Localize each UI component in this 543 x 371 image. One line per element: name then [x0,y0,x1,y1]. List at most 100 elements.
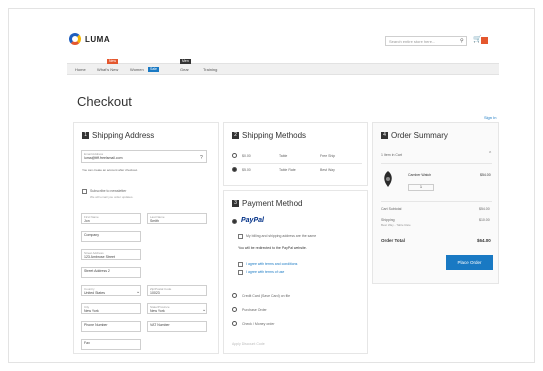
search-input[interactable]: Search entire store here... [385,36,467,46]
street-value: 123 Ambrose Street [84,255,115,259]
shipping-value: $10.00 [479,218,490,222]
company-placeholder: Company [84,233,99,237]
place-order-button[interactable]: Place Order [446,255,493,270]
redirect-note: You will be redirected to the PayPal web… [238,246,307,250]
vat-field[interactable]: VAT Number [147,321,207,332]
nav-tag-new: New [107,59,119,64]
phone-field[interactable]: Phone Number [81,321,141,332]
privacy-checkbox[interactable] [238,270,243,275]
payment-method-title: Payment Method [242,199,303,208]
product-price: $54.00 [480,173,491,177]
page-title: Checkout [77,94,132,109]
terms-link[interactable]: I agree with terms and conditions [246,262,297,266]
paypal-radio[interactable] [232,219,237,224]
subscribe-label: Subscribe to newsletter [90,189,127,193]
payment-radio-po[interactable] [232,307,237,312]
subscribe-checkbox[interactable] [82,189,87,194]
same-address-checkbox[interactable] [238,234,243,239]
chevron-down-icon: ⌄ [136,289,141,295]
order-summary-panel: 4 Order Summary 1 Item in Cart ⌃ Camber … [372,122,499,284]
city-value: New York [84,309,99,313]
zip-field[interactable]: Zip/Postal Code 10023 [147,285,207,296]
payment-option-check: Check / Money order [242,322,275,326]
search-icon[interactable]: ⚲ [460,38,464,44]
last-name-field[interactable]: Last Name Smith [147,213,207,224]
street-address-2-field[interactable]: Street Address 2 [81,267,141,278]
summary-divider [381,163,492,164]
checkout-page: LUMA Search entire store here... ⚲ 🛒 Hom… [8,8,535,363]
state-value: New York [150,309,165,313]
nav-item-whats-new[interactable]: What's New [97,67,118,72]
order-total-value: $64.00 [477,238,491,243]
street-2-placeholder: Street Address 2 [84,269,110,273]
product-name: Camber Watch [408,173,432,177]
payment-radio-check[interactable] [232,321,237,326]
street-address-field[interactable]: Street Address 123 Ambrose Street [81,249,141,260]
step-number: 1 [82,132,89,139]
site-header: LUMA Search entire store here... ⚲ 🛒 [9,9,534,61]
same-address-label: My billing and shipping address are the … [246,234,317,238]
items-in-cart[interactable]: 1 Item in Cart [381,153,402,157]
shipping-methods-title: Shipping Methods [242,131,307,140]
step-number: 4 [381,132,388,139]
brand-logo[interactable]: LUMA [69,33,110,45]
help-icon[interactable]: ? [200,155,203,161]
method-carrier: Best Way [320,168,335,172]
payment-option-card: Credit Card (Save Card) on file [242,294,291,298]
subtotal-label: Cart Subtotal [381,207,402,211]
method-carrier: Free Ship [320,154,336,158]
chevron-up-icon[interactable]: ⌃ [488,151,492,157]
shipping-label: Shipping [381,218,395,222]
first-name-field[interactable]: First Name Jon [81,213,141,224]
nav-tag-sale: Sale [148,67,160,72]
country-select[interactable]: Country United States [81,285,141,296]
country-value: United States [84,291,106,295]
nav-item-women[interactable]: Women [130,67,144,72]
cart-icon[interactable]: 🛒 [473,36,482,44]
product-thumbnail-icon [384,171,392,187]
step-number: 3 [232,200,239,207]
shipping-method-radio-free[interactable] [232,153,237,158]
state-select[interactable]: State/Province New York [147,303,207,314]
chevron-down-icon: ⌄ [202,307,207,313]
payment-radio-card[interactable] [232,293,237,298]
company-field[interactable]: Company [81,231,141,242]
email-note: You can create an account after checkout… [82,168,138,172]
nav-item-training[interactable]: Training [203,67,217,72]
fax-field[interactable]: Fax [81,339,141,350]
quantity-stepper[interactable]: 1 [408,184,434,191]
city-field[interactable]: City New York [81,303,141,314]
subtotal-value: $54.00 [479,207,490,211]
payment-method-heading: 3 Payment Method [232,199,302,208]
terms-checkbox[interactable] [238,262,243,267]
first-name-label: First Name [84,215,99,219]
row-divider [232,163,362,164]
shipping-method-radio-best-way[interactable] [232,167,237,172]
sign-in-link[interactable]: Sign In [484,115,496,120]
nav-tag-men: Men [180,59,191,64]
method-price: $5.00 [242,168,251,172]
shipping-methods-heading: 2 Shipping Methods [232,131,306,140]
subscribe-note: We will email you order updates. [90,195,134,199]
nav-item-home[interactable]: Home [75,67,86,72]
shipping-address-panel: 1 Shipping Address Email Address luma@tt… [73,122,219,354]
step-number: 2 [232,132,239,139]
order-summary-heading: 4 Order Summary [381,131,448,140]
email-value: luma@ttff.freelsmail.com [84,156,123,160]
summary-divider [381,201,492,202]
privacy-link[interactable]: I agree with terms of use [246,270,284,274]
shipping-note: Best Way - Table Rate [381,223,411,227]
nav-item-gear[interactable]: Gear [180,67,189,72]
method-name: Table [279,154,288,158]
order-summary-title: Order Summary [391,131,448,140]
method-price: $0.00 [242,154,251,158]
luma-logo-icon [69,33,81,45]
brand-name: LUMA [85,34,111,44]
email-field[interactable]: Email Address luma@ttff.freelsmail.com [81,150,207,163]
order-total-label: Order Total [381,238,405,243]
apply-discount-link[interactable]: Apply Discount Code [232,342,265,346]
fax-placeholder: Fax [84,341,90,345]
shipping-address-heading: 1 Shipping Address [82,131,154,140]
cart-count-badge [481,37,488,44]
vat-placeholder: VAT Number [150,323,170,327]
